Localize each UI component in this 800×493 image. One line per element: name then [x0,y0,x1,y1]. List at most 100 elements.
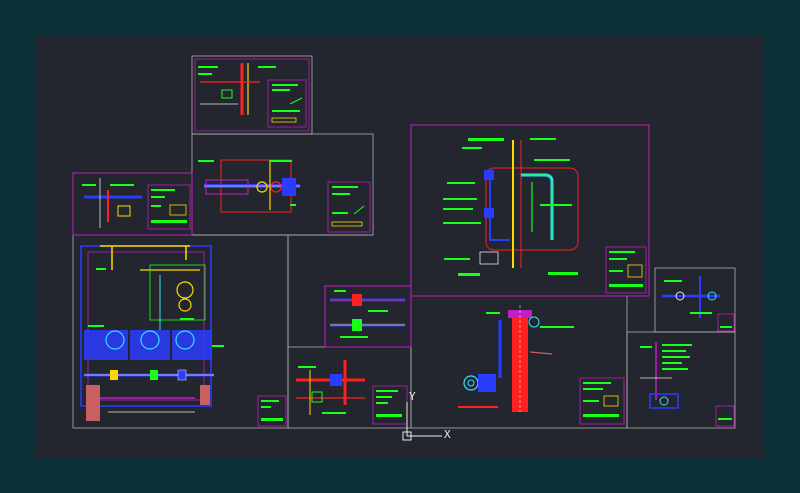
notes-5 [169,204,187,216]
pump-box [479,251,499,265]
notes-box [327,181,371,233]
notes-line-2 [272,89,290,91]
tank-middle [130,330,170,360]
label-5 [443,208,473,210]
hose-reel [463,375,479,391]
label-4 [443,198,477,200]
notes-1 [662,344,692,346]
motor [659,396,669,406]
notes-1 [151,189,175,191]
title-line-1 [261,400,279,402]
green-label-2 [198,73,212,75]
valve-2 [484,208,494,218]
label-8 [530,138,556,140]
detail-pump-room [80,245,287,427]
title-line [720,326,732,328]
label-1 [88,325,104,327]
notes-line-1 [272,84,298,86]
inner-frame [194,58,310,132]
notes-line-1 [332,186,358,188]
valve-c [177,369,187,381]
notes-4 [603,395,619,407]
notes-5 [583,414,619,417]
label-1 [334,290,346,292]
label-1 [540,326,574,328]
pipe-bend-top-inner [521,174,553,240]
notes-1 [583,382,611,384]
notes-2 [583,388,603,390]
sheet-left-detail [72,172,193,236]
cabinet [478,374,496,392]
label-3 [486,312,500,314]
valve-b [150,370,158,380]
cad-drawing-canvas[interactable]: Y X [36,36,764,457]
ucs-icon[interactable]: Y X [402,390,451,441]
hose-reel-inner [467,379,475,387]
notes-1 [376,390,398,392]
notes-line-3 [272,110,300,112]
green-label-1 [198,66,218,68]
detail-right-bottom [640,342,735,427]
notes-4 [151,220,187,223]
label-7 [540,204,572,206]
green-label-3 [258,66,276,68]
ucs-y-label: Y [409,390,416,403]
dim-leader [529,351,553,355]
title-line [718,418,732,420]
notes-3 [662,356,690,358]
detail-pump-connection [198,159,371,233]
notes-1 [609,251,635,253]
room-walls-inner [87,251,205,401]
label-4 [212,345,224,347]
detail-lower-middle [296,360,408,425]
notes-3 [583,400,599,402]
valve [282,178,296,196]
label-11 [458,273,480,276]
label-2 [462,147,482,149]
label-6 [443,222,481,224]
title-line-2 [261,406,271,408]
title-block [715,405,735,427]
hatched-wall [86,385,100,421]
notes-4 [376,414,402,417]
label-1 [82,184,96,186]
detail-top-small [194,58,310,132]
pump [649,393,679,409]
notes-3 [151,205,161,207]
label-2 [690,312,712,314]
label-1 [640,346,652,348]
notes-line-2 [332,193,350,195]
notes-2 [376,396,392,398]
label-2 [270,160,292,162]
valve [117,205,131,217]
pump-1 [176,281,194,299]
label-3 [340,336,368,338]
label-1 [664,280,682,282]
title-block [717,313,735,332]
notes-line-5 [289,97,303,105]
label-2 [322,412,346,414]
sheet-right-small [654,267,736,333]
title-line-3 [261,418,283,421]
frame-left-detail [72,172,193,236]
sheet-borders [72,55,736,429]
label-2 [368,310,388,312]
notes-line-4 [271,117,297,123]
notes-3 [376,402,388,404]
detail-valve [330,290,405,338]
gauge [528,316,540,328]
notes-5 [662,368,688,370]
notes-arrow [353,205,365,215]
label-3 [180,318,194,320]
notes-2 [609,258,627,260]
magenta-frames [72,124,650,348]
detail-right-small [662,276,735,332]
detail-riser [458,305,625,425]
cad-model-space[interactable]: Y X [36,36,764,457]
notes-2 [662,350,686,352]
label-2 [96,268,106,270]
hatched-wall-2 [200,385,210,405]
valve-body [221,89,233,99]
label-10 [548,272,578,275]
valve-a [110,370,118,380]
